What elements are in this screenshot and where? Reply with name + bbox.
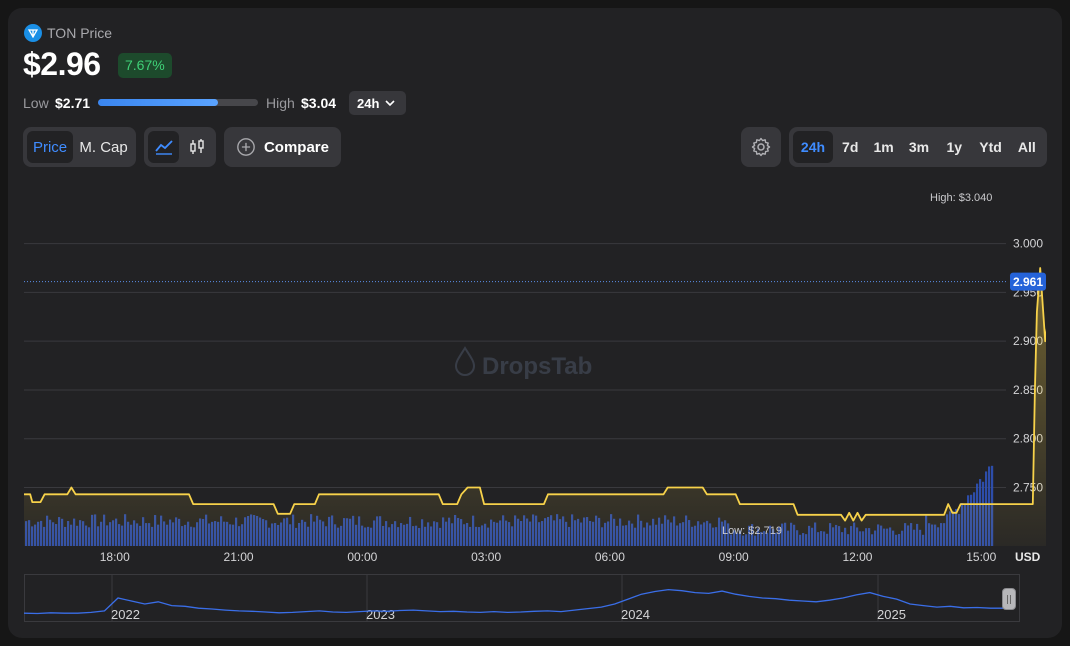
low-annotation: Low: $2.719 [722, 525, 782, 537]
candlestick-chart-button[interactable] [181, 131, 212, 163]
navigator-line [24, 588, 1004, 615]
navigator-tick-label: 2025 [877, 607, 906, 622]
metric-switch: Price M. Cap [23, 127, 136, 167]
price-change-badge: 7.67% [118, 53, 172, 78]
period-dropdown[interactable]: 24h [349, 91, 406, 115]
navigator-tick-label: 2023 [366, 607, 395, 622]
watermark: DropsTab [454, 346, 592, 380]
range-selector: 24h 7d 1m 3m 1y Ytd All [789, 127, 1047, 167]
range-7d[interactable]: 7d [835, 131, 865, 163]
x-tick-label: 15:00 [966, 550, 996, 564]
plus-circle-icon [237, 138, 255, 156]
compare-label: Compare [263, 138, 329, 156]
current-price-label: 2.961 [1013, 275, 1043, 289]
y-axis-unit: USD [1015, 550, 1041, 564]
x-tick-label: 12:00 [842, 550, 872, 564]
tab-market-cap[interactable]: M. Cap [75, 131, 132, 163]
current-price: $2.96 [23, 46, 101, 82]
high-value: $3.04 [301, 95, 337, 111]
ton-logo-icon [24, 24, 42, 42]
navigator-tick-label: 2022 [111, 607, 140, 622]
navigator-handle[interactable] [1002, 588, 1016, 610]
range-all[interactable]: All [1011, 131, 1043, 163]
x-tick-label: 06:00 [595, 550, 625, 564]
gear-icon [751, 137, 771, 157]
candlestick-icon [189, 139, 204, 154]
range-bar-fill [98, 99, 218, 106]
high-annotation: High: $3.040 [930, 192, 992, 204]
range-ytd[interactable]: Ytd [972, 131, 1008, 163]
coin-name: TON Price [47, 25, 113, 41]
chevron-down-icon [385, 99, 395, 106]
x-tick-label: 03:00 [471, 550, 501, 564]
range-1y[interactable]: 1y [938, 131, 970, 163]
low-value: $2.71 [55, 95, 91, 111]
navigator-frame [24, 574, 1020, 622]
navigator-chart[interactable]: 2022 2023 2024 2025 [24, 574, 1020, 622]
range-24h[interactable]: 24h [793, 131, 833, 163]
x-tick-label: 09:00 [719, 550, 749, 564]
x-tick-label: 18:00 [100, 550, 130, 564]
tab-price[interactable]: Price [27, 131, 74, 163]
navigator-tick-label: 2024 [621, 607, 650, 622]
price-chart[interactable]: 3.0002.9502.9002.8502.8002.750DropsTab2.… [24, 180, 1046, 570]
watermark-drop-icon [454, 346, 476, 376]
range-3m[interactable]: 3m [902, 131, 936, 163]
period-dropdown-label: 24h [357, 95, 380, 111]
range-1m[interactable]: 1m [867, 131, 899, 163]
chart-settings-button[interactable] [741, 127, 781, 167]
compare-button[interactable]: Compare [224, 127, 341, 167]
watermark-text: DropsTab [482, 353, 592, 380]
x-tick-label: 00:00 [347, 550, 377, 564]
line-chart-button[interactable] [148, 131, 179, 163]
high-label: High [266, 95, 295, 111]
chart-type-switch [144, 127, 216, 167]
low-label: Low [23, 95, 49, 111]
line-chart-icon [154, 140, 173, 155]
y-tick-label: 3.000 [1013, 237, 1043, 251]
x-tick-label: 21:00 [224, 550, 254, 564]
